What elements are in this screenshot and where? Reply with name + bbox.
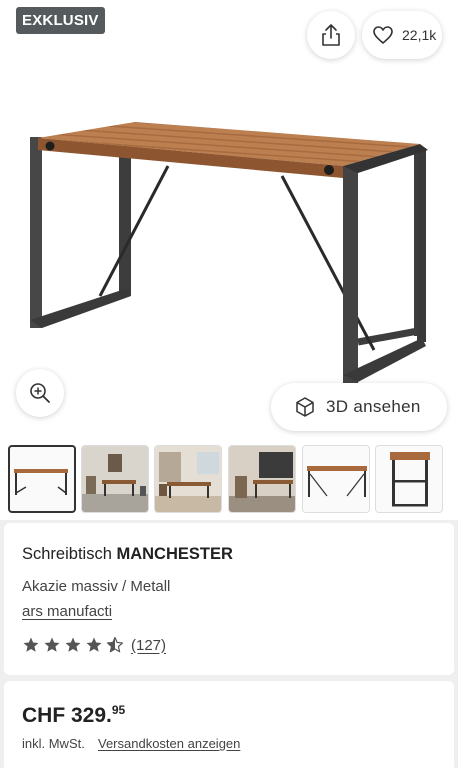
rating-stars[interactable]: (127) bbox=[22, 636, 166, 654]
star-full-icon bbox=[65, 637, 81, 652]
product-title-name: MANCHESTER bbox=[116, 545, 233, 563]
thumb-desk-end[interactable] bbox=[375, 445, 443, 513]
brand-link[interactable]: ars manufacti bbox=[22, 603, 112, 620]
product-info-card: Schreibtisch MANCHESTER Akazie massiv / … bbox=[4, 523, 454, 675]
tax-note: inkl. MwSt. bbox=[22, 736, 85, 751]
zoom-button[interactable] bbox=[16, 369, 64, 417]
star-full-icon bbox=[44, 637, 60, 652]
star-full-icon bbox=[86, 637, 102, 652]
price-main: CHF 329. bbox=[22, 704, 112, 727]
zoom-in-icon bbox=[30, 383, 50, 403]
star-half-icon bbox=[106, 636, 124, 653]
product-price: CHF 329.95 bbox=[22, 703, 125, 728]
star-full-icon bbox=[23, 637, 39, 652]
wishlist-button[interactable]: 22,1k bbox=[362, 11, 442, 59]
thumb-room-scene-2[interactable] bbox=[154, 445, 222, 513]
price-card: CHF 329.95 inkl. MwSt. Versandkosten anz… bbox=[4, 681, 454, 768]
wishlist-count: 22,1k bbox=[402, 27, 437, 43]
review-count-link[interactable]: (127) bbox=[131, 637, 166, 654]
view-3d-button[interactable]: 3D ansehen bbox=[271, 383, 447, 431]
thumb-desk-front[interactable] bbox=[8, 445, 76, 513]
share-button[interactable] bbox=[307, 11, 355, 59]
thumbnail-strip[interactable] bbox=[0, 437, 458, 520]
exclusive-badge: EXKLUSIV bbox=[16, 7, 105, 34]
thumb-room-scene-1[interactable] bbox=[81, 445, 149, 513]
heart-icon bbox=[373, 26, 393, 44]
product-material: Akazie massiv / Metall bbox=[22, 578, 171, 595]
product-title: Schreibtisch MANCHESTER bbox=[22, 545, 233, 564]
share-icon bbox=[322, 24, 340, 46]
price-cents: 95 bbox=[111, 703, 126, 717]
product-title-prefix: Schreibtisch bbox=[22, 545, 117, 563]
shipping-costs-link[interactable]: Versandkosten anzeigen bbox=[98, 736, 240, 751]
cube-icon bbox=[296, 397, 314, 417]
thumb-room-scene-3[interactable] bbox=[228, 445, 296, 513]
product-image[interactable] bbox=[20, 110, 440, 390]
product-gallery[interactable]: EXKLUSIV 22,1k 3D ansehen bbox=[0, 0, 458, 437]
thumb-desk-side[interactable] bbox=[302, 445, 370, 513]
view-3d-label: 3D ansehen bbox=[326, 397, 421, 416]
